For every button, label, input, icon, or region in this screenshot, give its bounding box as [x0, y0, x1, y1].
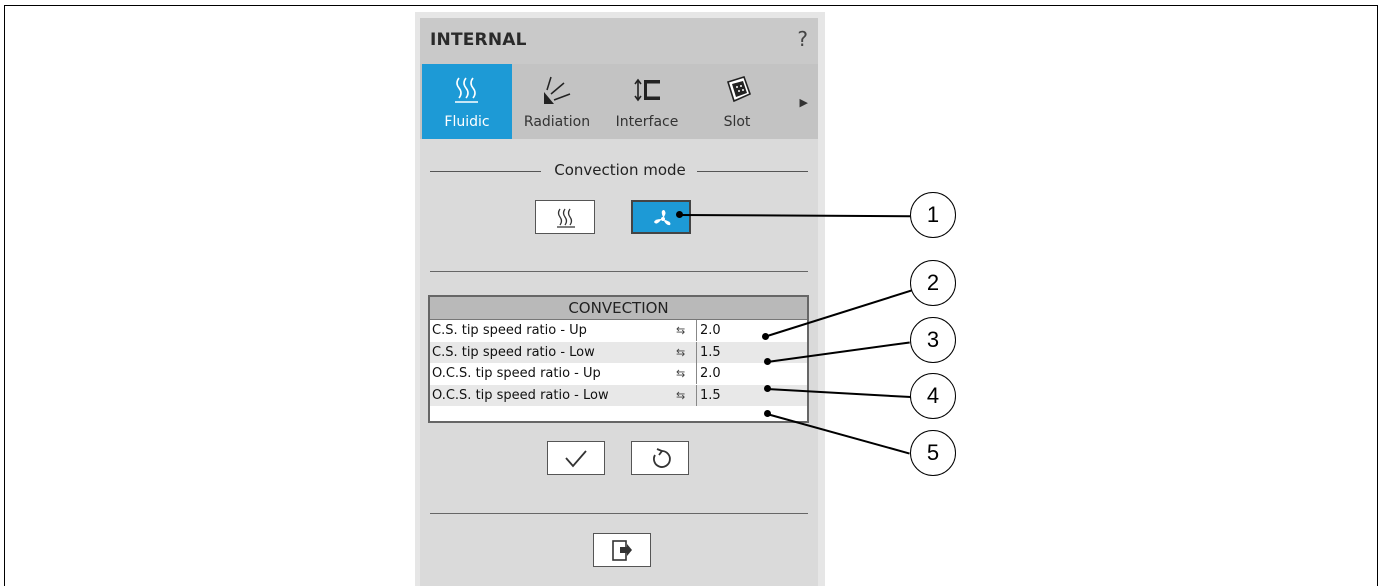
tab-label: Fluidic — [444, 114, 490, 130]
slot-icon — [726, 76, 752, 103]
callout-dot — [764, 385, 771, 392]
table-row: O.C.S. tip speed ratio - Up ⇆ 2.0 — [430, 363, 807, 385]
natural-convection-button[interactable] — [535, 200, 595, 234]
row-value[interactable]: 2.0 — [696, 363, 808, 384]
tab-interface[interactable]: Interface — [602, 64, 692, 139]
row-label: O.C.S. tip speed ratio - Up — [432, 366, 601, 381]
fan-icon — [654, 210, 671, 226]
callout-dot — [762, 333, 769, 340]
row-label: C.S. tip speed ratio - Low — [432, 344, 595, 360]
swap-arrows-icon[interactable]: ⇆ — [676, 320, 685, 341]
swap-arrows-icon[interactable]: ⇆ — [676, 363, 685, 384]
tab-fluidic[interactable]: Fluidic — [422, 64, 512, 139]
callout-number: 2 — [910, 260, 956, 306]
divider-line — [430, 171, 541, 172]
row-label: O.C.S. tip speed ratio - Low — [432, 387, 609, 403]
tab-label: Interface — [615, 114, 679, 130]
tab-label: Radiation — [523, 114, 591, 130]
callout-number: 4 — [910, 373, 956, 419]
divider-line — [430, 271, 808, 272]
convection-table: CONVECTION C.S. tip speed ratio - Up ⇆ 2… — [428, 295, 809, 423]
table-row: C.S. tip speed ratio - Low ⇆ 1.5 — [430, 341, 808, 363]
callout-number: 3 — [910, 317, 956, 363]
refresh-icon — [653, 448, 671, 468]
callout-number: 1 — [910, 192, 956, 238]
panel-title: INTERNAL — [430, 30, 527, 50]
radiation-icon — [544, 76, 571, 104]
checkmark-icon — [565, 450, 587, 468]
natural-convection-icon — [557, 208, 575, 228]
tab-label: Slot — [723, 114, 751, 130]
callout-dot — [764, 358, 771, 365]
divider-line — [697, 171, 808, 172]
divider-line — [430, 513, 808, 514]
tab-slot[interactable]: Slot — [692, 64, 782, 139]
interface-icon — [634, 78, 660, 102]
swap-arrows-icon[interactable]: ⇆ — [676, 342, 685, 363]
row-label: C.S. tip speed ratio - Up — [432, 323, 587, 338]
tab-bar: Fluidic Radiation Interface Slot ▶ — [420, 64, 818, 139]
panel-titlebar: INTERNAL ? — [420, 18, 818, 64]
forced-convection-button[interactable] — [631, 200, 691, 234]
table-row: C.S. tip speed ratio - Up ⇆ 2.0 — [430, 320, 807, 342]
row-value[interactable]: 2.0 — [696, 320, 808, 341]
help-icon[interactable]: ? — [797, 27, 808, 51]
convection-mode-header: Convection mode — [430, 161, 808, 181]
internal-panel: INTERNAL ? Fluidic Radiation Interface S… — [420, 18, 818, 586]
convection-table-header: CONVECTION — [430, 297, 807, 320]
table-row: O.C.S. tip speed ratio - Low ⇆ 1.5 — [430, 384, 808, 406]
export-button[interactable] — [593, 533, 651, 567]
heat-waves-icon — [455, 77, 478, 103]
swap-arrows-icon[interactable]: ⇆ — [676, 385, 685, 406]
tab-scroll-right-icon[interactable]: ▶ — [800, 96, 808, 109]
export-icon — [612, 540, 632, 561]
callout-number: 5 — [910, 430, 956, 476]
apply-button[interactable] — [547, 441, 605, 475]
callout-dot — [676, 211, 683, 218]
reset-button[interactable] — [631, 441, 689, 475]
row-value[interactable]: 1.5 — [696, 384, 808, 406]
callout-dot — [764, 410, 771, 417]
tab-radiation[interactable]: Radiation — [512, 64, 602, 139]
convection-mode-label: Convection mode — [554, 161, 686, 179]
row-value[interactable]: 1.5 — [696, 341, 808, 363]
